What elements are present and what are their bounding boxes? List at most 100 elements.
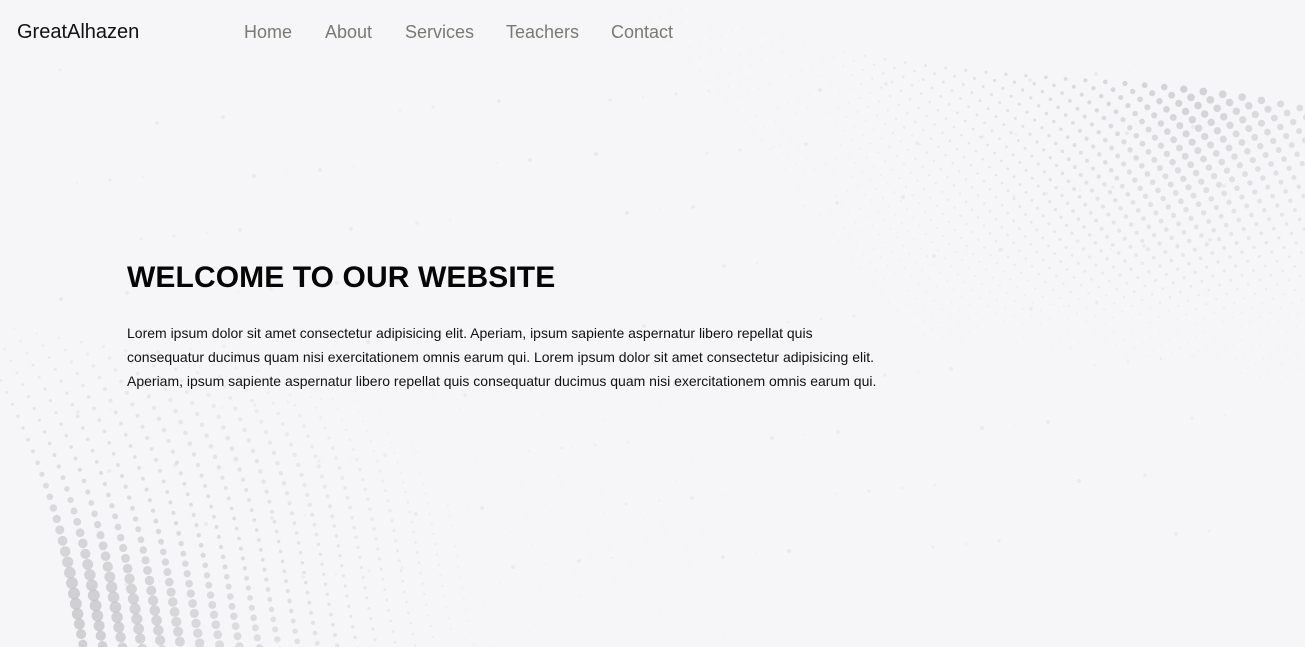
halftone-dot	[85, 437, 90, 442]
halftone-dot	[1133, 155, 1139, 161]
halftone-dot	[956, 273, 959, 276]
halftone-dot	[495, 459, 498, 462]
halftone-dot	[1251, 306, 1254, 309]
halftone-dot	[206, 392, 211, 398]
halftone-dot	[340, 418, 344, 421]
halftone-dot	[59, 379, 63, 384]
halftone-dot	[1062, 76, 1064, 78]
halftone-dot	[1246, 236, 1251, 241]
nav-link-services[interactable]: Services	[405, 20, 474, 44]
halftone-dot	[119, 421, 123, 426]
halftone-dot	[908, 97, 912, 101]
halftone-dot	[1224, 349, 1227, 351]
halftone-dot	[593, 215, 595, 217]
halftone-dot	[250, 614, 257, 622]
halftone-dot	[290, 618, 296, 624]
halftone-dot	[1181, 229, 1187, 235]
halftone-dot	[1065, 135, 1070, 139]
halftone-dot	[68, 587, 80, 600]
halftone-dot	[989, 92, 994, 97]
halftone-dot	[335, 643, 340, 647]
halftone-dot	[672, 579, 674, 582]
halftone-dot	[1252, 245, 1256, 250]
halftone-dot	[1187, 341, 1189, 344]
halftone-dot	[684, 537, 686, 539]
halftone-dot	[209, 610, 219, 619]
halftone-dot	[500, 411, 503, 413]
halftone-dot	[1236, 287, 1239, 291]
halftone-dot	[770, 436, 774, 440]
halftone-dot	[139, 237, 143, 241]
halftone-dot	[1226, 199, 1232, 205]
halftone-dot	[530, 641, 533, 644]
halftone-dot	[1158, 301, 1162, 304]
halftone-dot	[80, 548, 91, 560]
halftone-dot	[1176, 318, 1179, 321]
halftone-dot	[349, 614, 353, 619]
halftone-dot	[937, 145, 940, 149]
halftone-dot	[900, 486, 904, 490]
halftone-dot	[1019, 271, 1023, 274]
halftone-dot	[976, 172, 979, 175]
halftone-dot	[1194, 124, 1203, 132]
halftone-dot	[415, 551, 419, 554]
halftone-dot	[1170, 136, 1177, 144]
halftone-dot	[400, 566, 404, 570]
nav-link-home[interactable]: Home	[244, 20, 292, 44]
halftone-dot	[469, 437, 472, 440]
halftone-dot	[1006, 233, 1009, 237]
nav-link-about[interactable]: About	[325, 20, 372, 44]
halftone-dot	[230, 612, 238, 621]
halftone-dot	[1167, 181, 1174, 188]
halftone-dot	[1193, 224, 1199, 230]
halftone-dot	[776, 106, 779, 109]
halftone-dot	[696, 608, 699, 610]
halftone-dot	[497, 401, 499, 403]
halftone-dot	[1225, 292, 1228, 296]
halftone-dot	[259, 419, 264, 424]
halftone-dot	[286, 400, 290, 404]
halftone-dot	[232, 516, 237, 521]
halftone-dot	[238, 520, 240, 522]
halftone-dot	[497, 99, 501, 103]
halftone-dot	[565, 517, 568, 520]
halftone-dot	[533, 452, 536, 455]
halftone-dot	[1070, 231, 1074, 235]
halftone-dot	[187, 441, 193, 446]
halftone-dot	[556, 580, 559, 583]
halftone-dot	[58, 68, 62, 72]
halftone-dot	[1017, 102, 1021, 106]
brand-logo-text[interactable]: GreatAlhazen	[17, 20, 139, 44]
halftone-dot	[769, 69, 772, 72]
halftone-dot	[1085, 320, 1088, 323]
halftone-dot	[947, 220, 950, 224]
nav-link-contact[interactable]: Contact	[611, 20, 673, 44]
halftone-dot	[949, 330, 952, 332]
halftone-dot	[579, 487, 582, 490]
halftone-dot	[372, 449, 376, 453]
halftone-dot	[390, 441, 393, 444]
halftone-dot	[994, 312, 997, 315]
halftone-dot	[1216, 260, 1220, 264]
halftone-dot	[327, 602, 331, 607]
halftone-dot	[918, 143, 921, 146]
halftone-dot	[542, 493, 544, 496]
nav-link-teachers[interactable]: Teachers	[506, 20, 579, 44]
halftone-dot	[845, 189, 848, 192]
halftone-dot	[746, 105, 748, 108]
halftone-dot	[887, 301, 890, 304]
halftone-dot	[1065, 201, 1070, 206]
halftone-dot	[320, 562, 324, 566]
halftone-dot	[369, 617, 373, 621]
halftone-dot	[1153, 278, 1158, 282]
halftone-dot	[1206, 96, 1215, 104]
halftone-dot	[930, 241, 933, 244]
halftone-dot	[1260, 175, 1266, 181]
halftone-dot	[480, 590, 483, 593]
halftone-dot	[999, 159, 1003, 163]
halftone-dot	[255, 113, 257, 115]
halftone-dot	[1094, 314, 1097, 317]
halftone-dot	[682, 627, 684, 630]
halftone-dot	[1152, 349, 1155, 352]
halftone-dot	[738, 82, 741, 84]
